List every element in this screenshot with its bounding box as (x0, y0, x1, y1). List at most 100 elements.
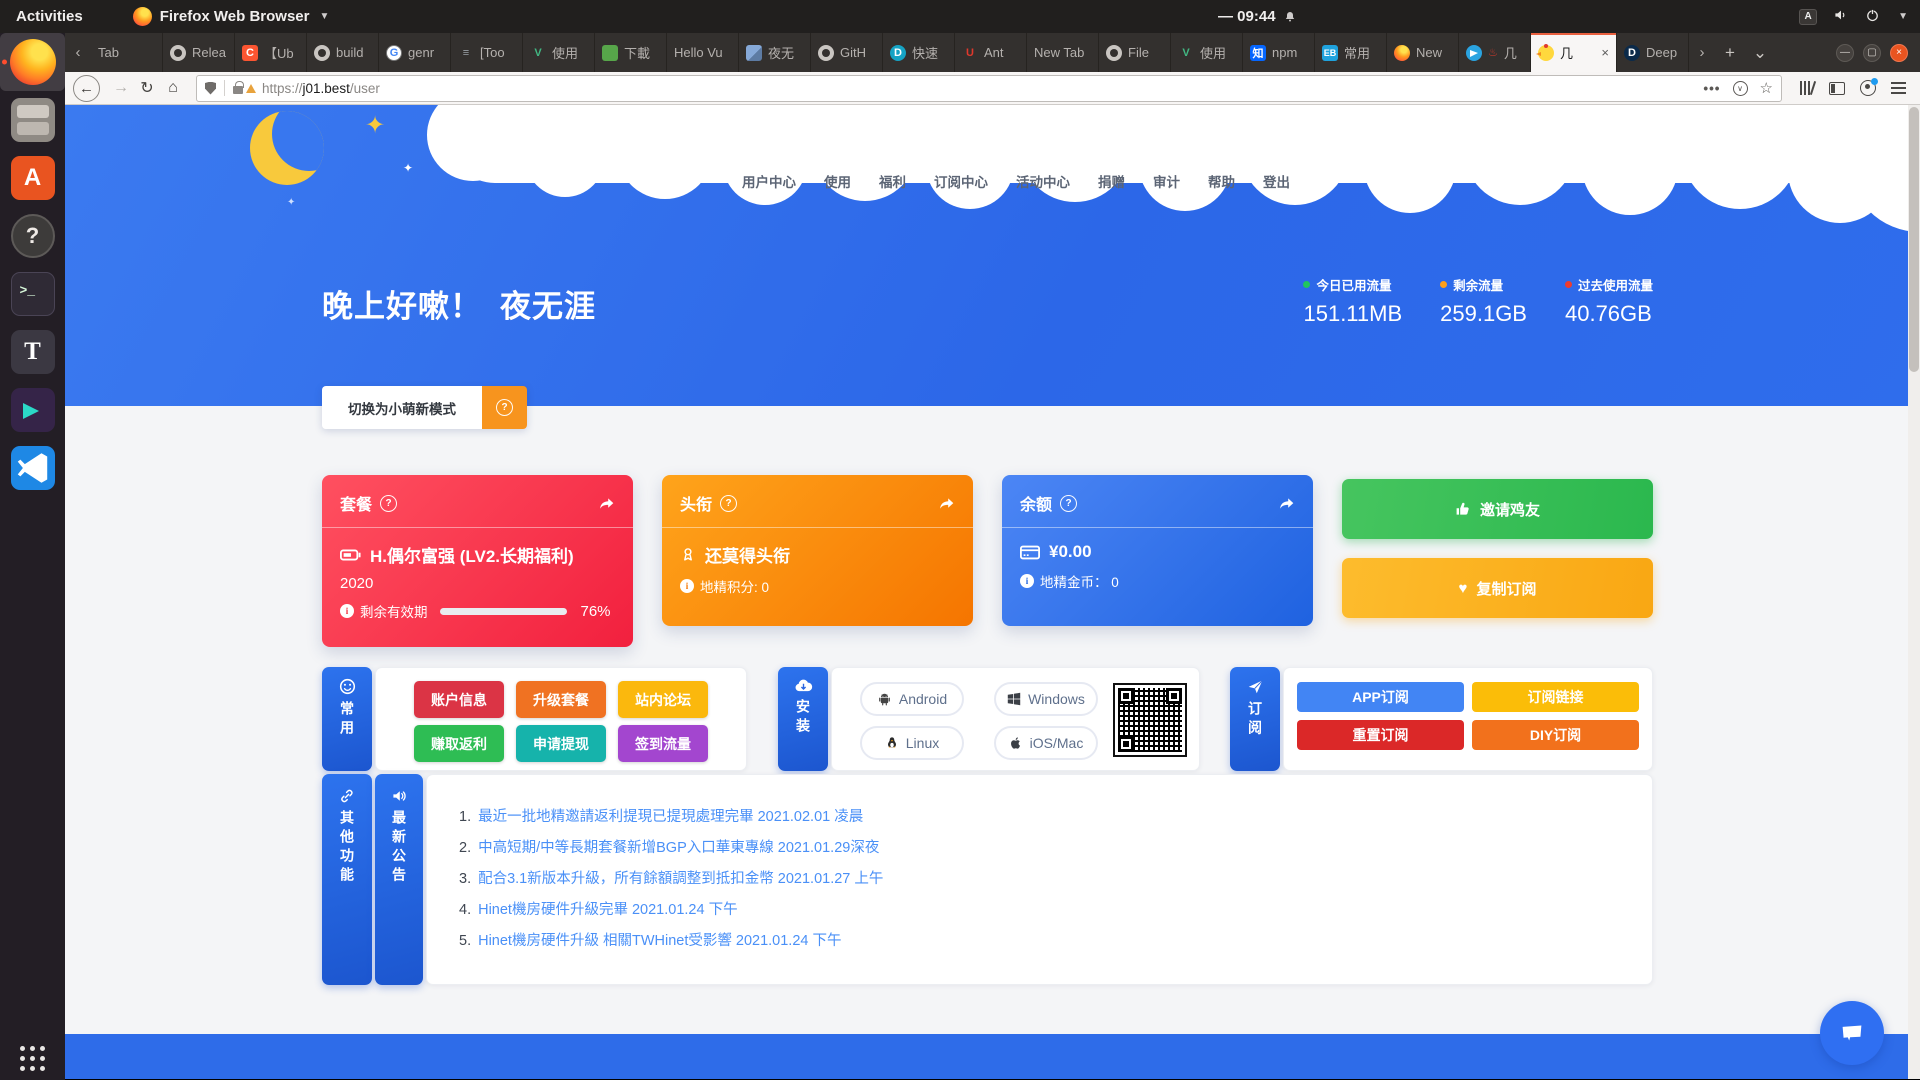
nav-item-2[interactable]: 使用 (824, 171, 851, 191)
browser-tab[interactable]: D快速 (883, 33, 955, 72)
dock-help[interactable]: ? (0, 207, 65, 265)
quick-button-4[interactable]: 赚取返利 (414, 725, 504, 762)
browser-tab[interactable]: ≡[Too (451, 33, 523, 72)
url-bar[interactable]: https://j01.best/user ••• ∨ ☆ (196, 75, 1782, 102)
browser-tab[interactable]: Hello Vu (667, 33, 739, 72)
browser-tab[interactable]: 夜无 (739, 33, 811, 72)
new-tab-button[interactable]: + (1715, 33, 1745, 72)
dock-ubuntu-software[interactable]: A (0, 149, 65, 207)
home-button[interactable]: ⌂ (160, 79, 186, 97)
clock[interactable]: — 09:44 (1218, 8, 1296, 25)
quick-panel-tab[interactable]: 常用 (322, 667, 372, 771)
close-button[interactable]: × (1890, 44, 1908, 62)
share-icon[interactable] (1278, 495, 1295, 512)
dock-files[interactable] (0, 91, 65, 149)
browser-tab[interactable]: 下載 (595, 33, 667, 72)
nav-item-9[interactable]: 登出 (1263, 171, 1290, 191)
question-icon[interactable]: ? (380, 495, 397, 512)
power-icon[interactable] (1865, 7, 1880, 27)
back-button[interactable]: ← (73, 75, 100, 102)
subscribe-button-3[interactable]: 重置订阅 (1297, 720, 1464, 750)
mode-toggle-button[interactable]: 切换为小萌新模式 ? (322, 386, 527, 429)
install-panel-tab[interactable]: 安装 (778, 667, 828, 771)
bookmark-star-icon[interactable]: ☆ (1760, 79, 1773, 97)
browser-tab[interactable]: New (1387, 33, 1459, 72)
browser-tab[interactable]: V使用 (1171, 33, 1243, 72)
browser-tab[interactable]: DDeep (1617, 33, 1689, 72)
dock-text-editor[interactable]: T (0, 323, 65, 381)
page-scrollbar[interactable] (1908, 105, 1920, 1079)
nav-item-5[interactable]: 活动中心 (1016, 171, 1070, 191)
announcement-link[interactable]: 配合3.1新版本升級，所有餘額調整到抵扣金幣 2021.01.27 上午 (478, 871, 883, 887)
quick-button-2[interactable]: 升级套餐 (516, 681, 606, 718)
install-button-ios-mac[interactable]: iOS/Mac (994, 726, 1098, 760)
announcement-link[interactable]: Hinet機房硬件升級完畢 2021.01.24 下午 (478, 902, 737, 918)
nav-item-1[interactable]: 用户中心 (742, 171, 796, 191)
activities-button[interactable]: Activities (16, 8, 83, 25)
scroll-tabs-right-button[interactable]: › (1689, 33, 1715, 72)
maximize-button[interactable]: ▢ (1863, 44, 1881, 62)
browser-tab[interactable]: build (307, 33, 379, 72)
reload-button[interactable]: ↻ (134, 78, 160, 98)
nav-item-6[interactable]: 捐赠 (1098, 171, 1125, 191)
scroll-tabs-left-button[interactable]: ‹ (65, 33, 91, 72)
browser-tab[interactable]: UAnt (955, 33, 1027, 72)
browser-tab[interactable]: 几× (1531, 33, 1617, 72)
mode-toggle-help[interactable]: ? (482, 386, 527, 429)
chat-widget-button[interactable] (1820, 1001, 1884, 1065)
volume-icon[interactable] (1833, 7, 1849, 27)
install-button-android[interactable]: Android (860, 682, 964, 716)
dock-firefox[interactable] (0, 33, 65, 91)
browser-tab[interactable]: New Tab (1027, 33, 1099, 72)
subscribe-button-1[interactable]: APP订阅 (1297, 682, 1464, 712)
dock-vscode[interactable] (0, 439, 65, 497)
forward-button[interactable]: → (108, 79, 134, 97)
lock-icon[interactable] (233, 86, 243, 94)
browser-tab[interactable]: EB常用 (1315, 33, 1387, 72)
active-app-menu[interactable]: Firefox Web Browser ▼ (133, 7, 330, 26)
subscribe-button-4[interactable]: DIY订阅 (1472, 720, 1639, 750)
question-icon[interactable]: ? (720, 495, 737, 512)
nav-item-3[interactable]: 福利 (879, 171, 906, 191)
install-button-linux[interactable]: Linux (860, 726, 964, 760)
browser-tab[interactable]: C【Ub (235, 33, 307, 72)
nav-item-7[interactable]: 审计 (1153, 171, 1180, 191)
subscribe-panel-tab[interactable]: 订阅 (1230, 667, 1280, 771)
announcement-link[interactable]: Hinet機房硬件升級 相關TWHinet受影響 2021.01.24 下午 (478, 933, 841, 949)
tray-chevron-icon[interactable]: ▼ (1898, 11, 1908, 22)
page-actions-icon[interactable]: ••• (1703, 81, 1720, 96)
input-source-icon[interactable]: A (1799, 9, 1817, 25)
quick-button-6[interactable]: 签到流量 (618, 725, 708, 762)
quick-button-5[interactable]: 申请提现 (516, 725, 606, 762)
minimize-button[interactable]: — (1836, 44, 1854, 62)
library-icon[interactable] (1800, 81, 1814, 95)
browser-tab[interactable]: ♨几 (1459, 33, 1531, 72)
invite-button[interactable]: 邀请鸡友 (1342, 479, 1653, 539)
browser-tab[interactable]: V使用 (523, 33, 595, 72)
account-icon[interactable] (1860, 80, 1876, 96)
nav-item-4[interactable]: 订阅中心 (934, 171, 988, 191)
share-icon[interactable] (938, 495, 955, 512)
install-button-windows[interactable]: Windows (994, 682, 1098, 716)
browser-tab[interactable]: Ggenr (379, 33, 451, 72)
menu-icon[interactable] (1891, 82, 1906, 94)
browser-tab[interactable]: Tab (91, 33, 163, 72)
announcement-link[interactable]: 中高短期/中等長期套餐新增BGP入口華東專線 2021.01.29深夜 (478, 840, 879, 856)
dock-share-app[interactable] (0, 381, 65, 439)
scrollbar-thumb[interactable] (1909, 107, 1919, 372)
show-applications-button[interactable] (0, 1046, 65, 1072)
latest-news-tab[interactable]: 最新公告 (375, 774, 423, 985)
quick-button-1[interactable]: 账户信息 (414, 681, 504, 718)
quick-button-3[interactable]: 站内论坛 (618, 681, 708, 718)
browser-tab[interactable]: 知npm (1243, 33, 1315, 72)
copy-subscription-button[interactable]: ♥ 复制订阅 (1342, 558, 1653, 618)
share-icon[interactable] (598, 495, 615, 512)
sidebar-icon[interactable] (1829, 82, 1845, 95)
other-functions-tab[interactable]: 其他功能 (322, 774, 372, 985)
browser-tab[interactable]: Relea (163, 33, 235, 72)
pocket-icon[interactable]: ∨ (1733, 81, 1748, 96)
browser-tab[interactable]: File (1099, 33, 1171, 72)
question-icon[interactable]: ? (1060, 495, 1077, 512)
nav-item-8[interactable]: 帮助 (1208, 171, 1235, 191)
list-all-tabs-button[interactable]: ⌄ (1745, 33, 1775, 72)
